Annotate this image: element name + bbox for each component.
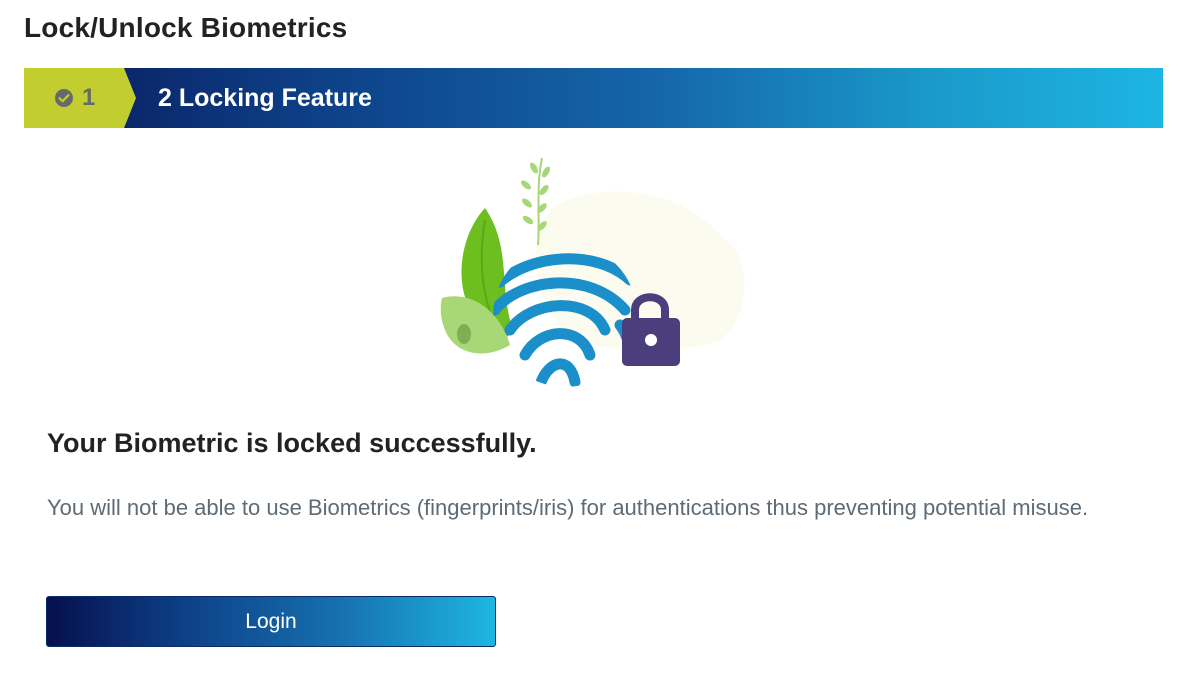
- fingerprint-lock-illustration: [440, 157, 745, 387]
- check-circle-icon: [55, 89, 73, 107]
- page-title: Lock/Unlock Biometrics: [24, 12, 348, 43]
- result-heading: Your Biometric is locked successfully.: [47, 428, 537, 458]
- step-2-active: 2 Locking Feature: [158, 68, 372, 128]
- step-1-completed: 1: [24, 68, 136, 128]
- login-button[interactable]: Login: [46, 596, 496, 647]
- step-1-number: 1: [82, 84, 96, 111]
- progress-stepper: 1 2 Locking Feature: [24, 68, 1163, 128]
- result-description: You will not be able to use Biometrics (…: [47, 495, 1089, 520]
- step-2-label: 2 Locking Feature: [158, 83, 372, 112]
